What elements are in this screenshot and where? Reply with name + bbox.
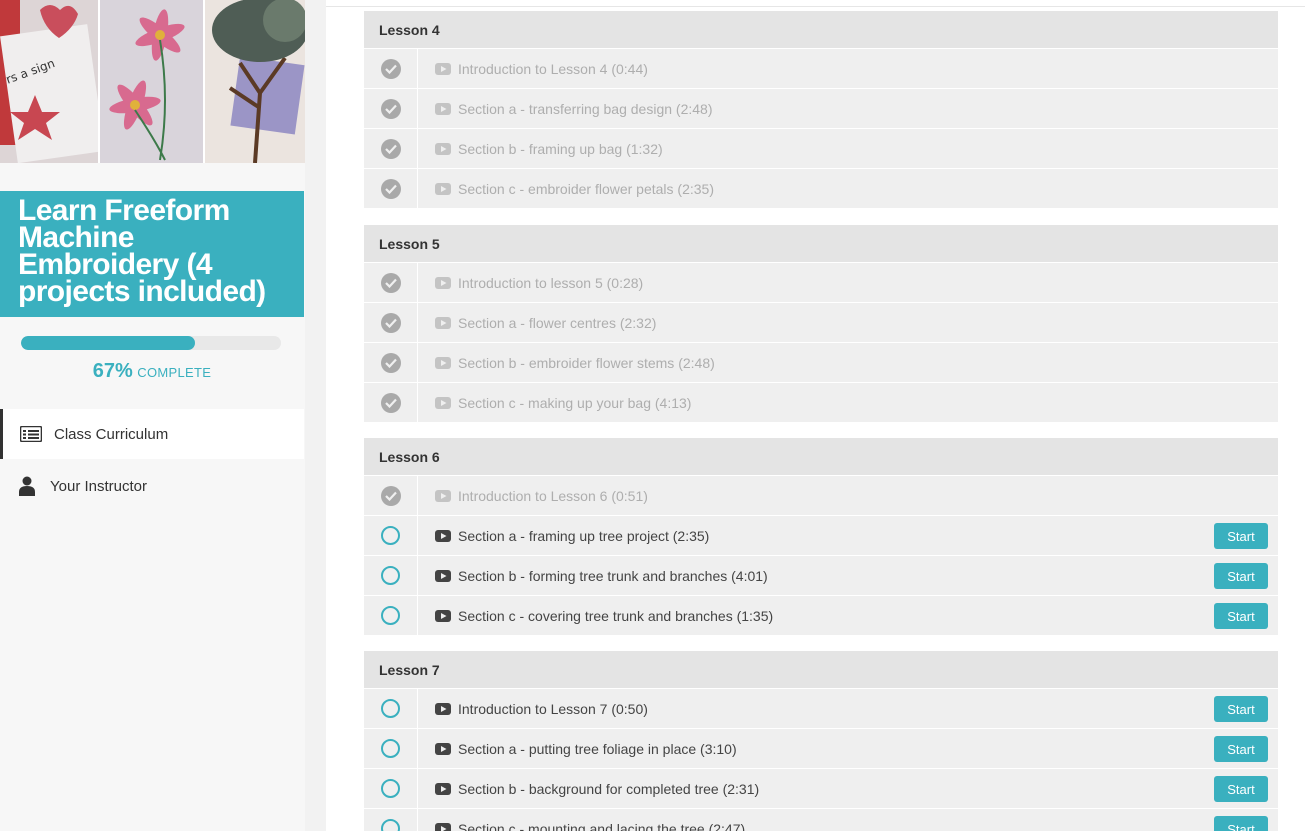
nav-class-curriculum[interactable]: Class Curriculum bbox=[0, 409, 304, 459]
video-icon bbox=[418, 142, 451, 155]
course-title: Learn Freeform Machine Embroidery (4 pro… bbox=[18, 194, 266, 308]
lecture-row[interactable]: Section b - background for completed tre… bbox=[364, 769, 1278, 809]
progress-percent: 67% bbox=[92, 360, 133, 382]
completed-check-icon bbox=[364, 129, 418, 168]
start-button[interactable]: Start bbox=[1214, 816, 1268, 831]
video-icon bbox=[418, 742, 451, 755]
course-thumbnail: rs a sign bbox=[0, 0, 305, 163]
top-divider bbox=[326, 6, 1305, 7]
lecture-title[interactable]: Section c - covering tree trunk and bran… bbox=[458, 608, 773, 624]
lecture-row[interactable]: Introduction to Lesson 6 (0:51) bbox=[364, 476, 1278, 516]
lecture-row[interactable]: Section a - framing up tree project (2:3… bbox=[364, 516, 1278, 556]
incomplete-circle-icon bbox=[364, 516, 418, 555]
video-icon bbox=[418, 102, 451, 115]
lesson-section: Lesson 5 Introduction to lesson 5 (0:28) S… bbox=[364, 225, 1278, 423]
nav-label: Your Instructor bbox=[50, 477, 147, 495]
lesson-section: Lesson 4 Introduction to Lesson 4 (0:44) S… bbox=[364, 11, 1278, 209]
video-icon bbox=[418, 529, 451, 542]
lecture-title[interactable]: Section b - forming tree trunk and branc… bbox=[458, 568, 768, 584]
start-button[interactable]: Start bbox=[1214, 776, 1268, 802]
lecture-row[interactable]: Introduction to Lesson 4 (0:44) bbox=[364, 49, 1278, 89]
lecture-title[interactable]: Section c - embroider flower petals (2:3… bbox=[458, 181, 714, 197]
incomplete-circle-icon bbox=[364, 689, 418, 728]
completed-check-icon bbox=[364, 343, 418, 382]
progress-bar bbox=[21, 336, 281, 350]
video-icon bbox=[418, 609, 451, 622]
lecture-title[interactable]: Section c - mounting and lacing the tree… bbox=[458, 821, 745, 831]
lecture-row[interactable]: Section c - embroider flower petals (2:3… bbox=[364, 169, 1278, 209]
nav-your-instructor[interactable]: Your Instructor bbox=[0, 461, 304, 511]
completed-check-icon bbox=[364, 49, 418, 88]
incomplete-circle-icon bbox=[364, 729, 418, 768]
completed-check-icon bbox=[364, 303, 418, 342]
nav-label: Class Curriculum bbox=[54, 425, 169, 443]
lesson-header: Lesson 7 bbox=[364, 651, 1278, 689]
incomplete-circle-icon bbox=[364, 596, 418, 635]
lecture-title[interactable]: Section a - transferring bag design (2:4… bbox=[458, 101, 712, 117]
lecture-title[interactable]: Section b - background for completed tre… bbox=[458, 781, 759, 797]
video-icon bbox=[418, 569, 451, 582]
completed-check-icon bbox=[364, 169, 418, 208]
lecture-row[interactable]: Section c - making up your bag (4:13) bbox=[364, 383, 1278, 423]
start-button[interactable]: Start bbox=[1214, 696, 1268, 722]
lecture-title[interactable]: Introduction to lesson 5 (0:28) bbox=[458, 275, 643, 291]
start-button[interactable]: Start bbox=[1214, 563, 1268, 589]
lesson-header: Lesson 5 bbox=[364, 225, 1278, 263]
completed-check-icon bbox=[364, 263, 418, 302]
video-icon bbox=[418, 782, 451, 795]
lecture-title[interactable]: Introduction to Lesson 7 (0:50) bbox=[458, 701, 648, 717]
progress-text: 67% COMPLETE bbox=[0, 360, 304, 383]
completed-check-icon bbox=[364, 383, 418, 422]
lesson-header: Lesson 4 bbox=[364, 11, 1278, 49]
video-icon bbox=[418, 316, 451, 329]
video-icon bbox=[418, 822, 451, 831]
lesson-section: Lesson 7 Introduction to Lesson 7 (0:50) S… bbox=[364, 651, 1278, 831]
lecture-title[interactable]: Introduction to Lesson 6 (0:51) bbox=[458, 488, 648, 504]
video-icon bbox=[418, 276, 451, 289]
completed-check-icon bbox=[364, 476, 418, 515]
start-button[interactable]: Start bbox=[1214, 736, 1268, 762]
video-icon bbox=[418, 356, 451, 369]
lecture-row[interactable]: Section b - embroider flower stems (2:48… bbox=[364, 343, 1278, 383]
lecture-title[interactable]: Section b - framing up bag (1:32) bbox=[458, 141, 663, 157]
start-button[interactable]: Start bbox=[1214, 523, 1268, 549]
start-button[interactable]: Start bbox=[1214, 603, 1268, 629]
curriculum-main: Lesson 4 Introduction to Lesson 4 (0:44) S… bbox=[326, 0, 1305, 831]
progress-complete-label: COMPLETE bbox=[137, 365, 212, 380]
lecture-row[interactable]: Section c - mounting and lacing the tree… bbox=[364, 809, 1278, 831]
lecture-row[interactable]: Section b - framing up bag (1:32) bbox=[364, 129, 1278, 169]
sidebar: rs a sign Learn Freeform Machine Embroid… bbox=[0, 0, 305, 831]
lecture-title[interactable]: Section c - making up your bag (4:13) bbox=[458, 395, 691, 411]
lecture-title[interactable]: Introduction to Lesson 4 (0:44) bbox=[458, 61, 648, 77]
lesson-section: Lesson 6 Introduction to Lesson 6 (0:51) S… bbox=[364, 438, 1278, 636]
lecture-title[interactable]: Section b - embroider flower stems (2:48… bbox=[458, 355, 715, 371]
user-icon bbox=[14, 476, 40, 496]
course-thumbnail-image: rs a sign bbox=[0, 0, 305, 163]
progress-bar-fill bbox=[21, 336, 196, 350]
video-icon bbox=[418, 489, 451, 502]
completed-check-icon bbox=[364, 89, 418, 128]
video-icon bbox=[418, 62, 451, 75]
lesson-header: Lesson 6 bbox=[364, 438, 1278, 476]
video-icon bbox=[418, 182, 451, 195]
lecture-title[interactable]: Section a - framing up tree project (2:3… bbox=[458, 528, 709, 544]
video-icon bbox=[418, 702, 451, 715]
lecture-row[interactable]: Section a - transferring bag design (2:4… bbox=[364, 89, 1278, 129]
sidebar-gutter bbox=[305, 0, 326, 831]
lecture-row[interactable]: Section a - putting tree foliage in plac… bbox=[364, 729, 1278, 769]
lecture-row[interactable]: Introduction to lesson 5 (0:28) bbox=[364, 263, 1278, 303]
lecture-row[interactable]: Section c - covering tree trunk and bran… bbox=[364, 596, 1278, 636]
incomplete-circle-icon bbox=[364, 809, 418, 831]
curriculum-list-icon bbox=[18, 426, 44, 442]
lecture-row[interactable]: Introduction to Lesson 7 (0:50) Start bbox=[364, 689, 1278, 729]
incomplete-circle-icon bbox=[364, 769, 418, 808]
incomplete-circle-icon bbox=[364, 556, 418, 595]
lecture-title[interactable]: Section a - putting tree foliage in plac… bbox=[458, 741, 737, 757]
lecture-row[interactable]: Section b - forming tree trunk and branc… bbox=[364, 556, 1278, 596]
course-title-banner: Learn Freeform Machine Embroidery (4 pro… bbox=[0, 191, 304, 317]
video-icon bbox=[418, 396, 451, 409]
lecture-title[interactable]: Section a - flower centres (2:32) bbox=[458, 315, 656, 331]
lecture-row[interactable]: Section a - flower centres (2:32) bbox=[364, 303, 1278, 343]
